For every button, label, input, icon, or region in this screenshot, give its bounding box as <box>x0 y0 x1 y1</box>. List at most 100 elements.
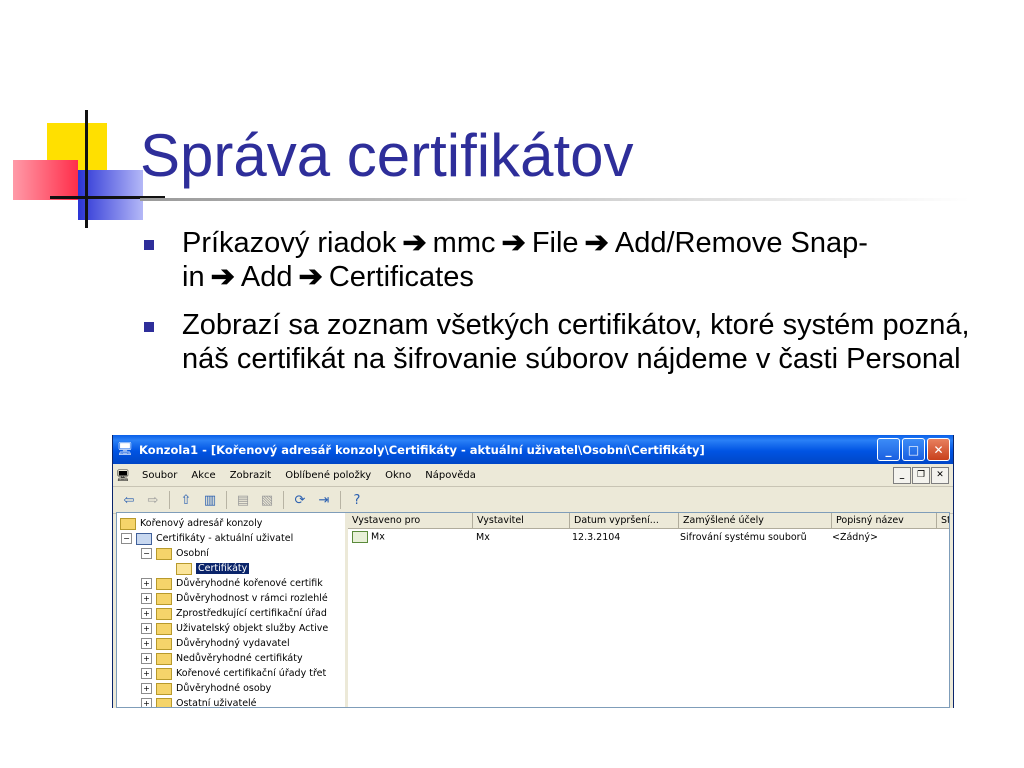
window-title: Konzola1 - [Kořenový adresář konzoly\Cer… <box>139 442 705 457</box>
copy-icon[interactable]: ▧ <box>257 491 277 509</box>
folder-icon <box>156 607 172 620</box>
tree-node-personal[interactable]: − Osobní <box>117 546 345 561</box>
folder-icon <box>156 697 172 707</box>
folder-icon <box>156 577 172 590</box>
column-header-expiration[interactable]: Datum vypršení... <box>570 513 679 528</box>
toolbar: ⇦ ⇨ ⇧ ▥ ▤ ▧ ⟳ ⇥ ? <box>113 487 953 514</box>
expand-icon[interactable]: + <box>141 578 152 589</box>
toolbar-separator <box>169 491 170 509</box>
bullet-item-description: Zobrazí sa zoznam všetkých certifikátov,… <box>140 308 1010 376</box>
refresh-icon[interactable]: ⟳ <box>290 491 310 509</box>
folder-icon <box>156 682 172 695</box>
new-window-icon[interactable]: ▤ <box>233 491 253 509</box>
open-folder-icon <box>176 562 192 575</box>
expand-icon[interactable]: + <box>141 638 152 649</box>
show-hide-tree-icon[interactable]: ▥ <box>200 491 220 509</box>
folder-icon <box>156 637 172 650</box>
bullet-list: Príkazový riadok ➔ mmc ➔ File ➔ Add/Remove Sna… <box>140 226 1010 390</box>
back-arrow-icon[interactable]: ⇦ <box>119 491 139 509</box>
folder-icon <box>156 652 172 665</box>
tree-node-store[interactable]: + Zprostředkující certifikační úřad <box>117 606 345 621</box>
menu-bar: 🖥 Soubor Akce Zobrazit Oblíbené položky … <box>113 464 953 487</box>
forward-arrow-icon[interactable]: ⇨ <box>143 491 163 509</box>
bullet-item-path: Príkazový riadok ➔ mmc ➔ File ➔ Add/Remove Sna… <box>140 226 1010 294</box>
folder-icon <box>156 622 172 635</box>
column-header-friendly-name[interactable]: Popisný název <box>832 513 937 528</box>
arrow-right-icon: ➔ <box>402 227 427 259</box>
cell-issuer: Mx <box>476 531 490 543</box>
mdi-close-button[interactable]: ✕ <box>931 466 949 484</box>
tree-node-store[interactable]: + Ostatní uživatelé <box>117 696 345 707</box>
column-header-purposes[interactable]: Zamýšlené účely <box>679 513 832 528</box>
expand-icon[interactable]: + <box>141 698 152 707</box>
tree-node-root[interactable]: Kořenový adresář konzoly <box>117 516 345 531</box>
up-folder-icon[interactable]: ⇧ <box>176 491 196 509</box>
cell-purposes: Šifrování systému souborů <box>680 531 807 543</box>
export-list-icon[interactable]: ⇥ <box>314 491 334 509</box>
minimize-button[interactable]: _ <box>877 438 900 461</box>
table-row[interactable]: Mx Mx 12.3.2104 Šifrování systému soubor… <box>348 529 949 545</box>
mdi-buttons: _ ❐ ✕ <box>893 466 953 484</box>
column-header-status[interactable]: Sta <box>937 513 949 528</box>
tree-node-certificates[interactable]: Certifikáty <box>117 561 345 576</box>
tree-node-store[interactable]: + Uživatelský objekt služby Active <box>117 621 345 636</box>
expand-icon[interactable]: + <box>141 668 152 679</box>
tree-node-store[interactable]: + Kořenové certifikační úřady třet <box>117 666 345 681</box>
menu-soubor[interactable]: Soubor <box>135 470 184 481</box>
logo-vertical-line <box>85 110 88 228</box>
title-divider <box>140 198 970 201</box>
expand-icon[interactable]: + <box>141 593 152 604</box>
arrow-right-icon: ➔ <box>584 227 609 259</box>
arrow-right-icon: ➔ <box>501 227 526 259</box>
folder-icon <box>156 547 172 560</box>
properties-help-icon[interactable]: ? <box>347 491 367 509</box>
arrow-right-icon: ➔ <box>210 261 235 293</box>
slide-logo <box>0 0 165 240</box>
certificates-snapin-icon <box>136 532 152 545</box>
maximize-button[interactable]: □ <box>902 438 925 461</box>
tree-node-snapin[interactable]: − Certifikáty - aktuální uživatel <box>117 531 345 546</box>
mdi-restore-button[interactable]: ❐ <box>912 466 930 484</box>
menu-oblibene-polozky[interactable]: Oblíbené položky <box>278 470 378 481</box>
collapse-icon[interactable]: − <box>121 533 132 544</box>
close-button[interactable]: ✕ <box>927 438 950 461</box>
tree-node-store[interactable]: + Důvěryhodný vydavatel <box>117 636 345 651</box>
menu-okno[interactable]: Okno <box>378 470 418 481</box>
toolbar-separator <box>226 491 227 509</box>
mmc-window: 🖥 Konzola1 - [Kořenový adresář konzoly\C… <box>112 435 954 708</box>
list-header: Vystaveno pro Vystavitel Datum vypršení.… <box>348 513 949 529</box>
certificate-list: Vystaveno pro Vystavitel Datum vypršení.… <box>348 513 949 707</box>
arrow-right-icon: ➔ <box>298 261 323 293</box>
bullet-square-icon <box>144 240 154 250</box>
folder-icon <box>120 517 136 530</box>
document-icon[interactable]: 🖥 <box>115 467 131 483</box>
logo-red-square <box>13 160 78 200</box>
menu-akce[interactable]: Akce <box>184 470 222 481</box>
column-header-issued-to[interactable]: Vystaveno pro <box>348 513 473 528</box>
tree-node-store[interactable]: + Důvěryhodnost v rámci rozlehlé <box>117 591 345 606</box>
window-titlebar[interactable]: 🖥 Konzola1 - [Kořenový adresář konzoly\C… <box>113 435 953 464</box>
slide-title: Správa certifikátov <box>140 122 634 189</box>
tree-node-store[interactable]: + Důvěryhodné osoby <box>117 681 345 696</box>
tree-node-store[interactable]: + Nedůvěryhodné certifikáty <box>117 651 345 666</box>
cell-friendly-name: <Žádný> <box>832 531 878 543</box>
menu-napoveda[interactable]: Nápověda <box>418 470 483 481</box>
folder-icon <box>156 667 172 680</box>
menu-zobrazit[interactable]: Zobrazit <box>223 470 279 481</box>
collapse-icon[interactable]: − <box>141 548 152 559</box>
expand-icon[interactable]: + <box>141 683 152 694</box>
cell-issued-to: Mx <box>348 531 472 543</box>
cell-expiration: 12.3.2104 <box>572 531 621 543</box>
expand-icon[interactable]: + <box>141 608 152 619</box>
toolbar-separator <box>283 491 284 509</box>
expand-icon[interactable]: + <box>141 623 152 634</box>
tree-node-store[interactable]: + Důvěryhodné kořenové certifik <box>117 576 345 591</box>
expand-icon[interactable]: + <box>141 653 152 664</box>
mmc-app-icon[interactable]: 🖥 <box>117 442 134 458</box>
console-panes: Kořenový adresář konzoly − Certifikáty -… <box>116 512 950 708</box>
folder-icon <box>156 592 172 605</box>
caption-buttons: _ □ ✕ <box>877 438 953 461</box>
console-tree: Kořenový adresář konzoly − Certifikáty -… <box>117 513 348 707</box>
mdi-minimize-button[interactable]: _ <box>893 466 911 484</box>
column-header-issuer[interactable]: Vystavitel <box>473 513 570 528</box>
